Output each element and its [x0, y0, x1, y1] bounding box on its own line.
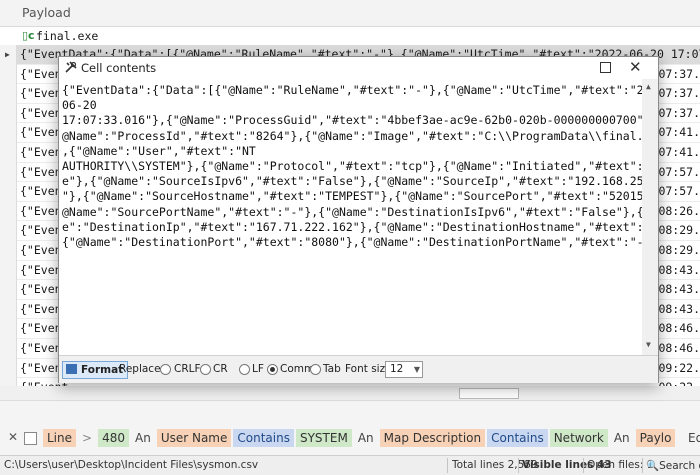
filter-chip[interactable]: Line [43, 429, 77, 447]
row-time: 07:57. [658, 184, 700, 199]
row-time: 07:37. [658, 86, 700, 101]
vertical-scrollbar[interactable]: ▲ ▼ [642, 79, 658, 355]
edit-filter-button[interactable]: Edi [684, 429, 700, 447]
scroll-up-icon[interactable]: ▲ [646, 82, 651, 91]
row-time: 08:29. [658, 223, 700, 238]
clear-filter-icon[interactable]: ✕ [8, 430, 18, 444]
row-time: 08:29. [658, 242, 700, 257]
format-icon [66, 364, 77, 374]
filter-bar: ✕ Line >480 An User Name Contains SYSTEM An Map… [0, 400, 700, 455]
filter-chip[interactable]: SYSTEM [295, 429, 352, 447]
row-time: 08:43. [658, 301, 700, 316]
row-time: 07:37. [658, 105, 700, 120]
filter-chip[interactable]: An [610, 429, 634, 447]
dialog-title: Cell contents [81, 61, 157, 75]
row-time: 08:43. [658, 282, 700, 297]
filter-chip[interactable]: Paylo [635, 429, 676, 447]
row-time: 07:37. [658, 66, 700, 81]
search-options-link[interactable]: 🔍Search opt [646, 459, 700, 472]
radio-label-tab[interactable]: Tab [323, 363, 341, 375]
radio-cr[interactable] [200, 364, 211, 375]
column-filter-input[interactable]: final.exe [36, 29, 98, 43]
status-bar: C:\Users\user\Desktop\Incident Files\sys… [0, 455, 700, 475]
status-file-path: C:\Users\user\Desktop\Incident Files\sys… [4, 459, 259, 471]
filter-chip[interactable]: An [131, 429, 155, 447]
row-gutter: ▶ [0, 45, 17, 400]
dialog-footer: Format Replace: CRLF CR LF Comma Tab Font si… [59, 355, 658, 383]
radio-label-crlf[interactable]: CRLF [174, 363, 201, 375]
replace-label: Replace: [119, 363, 165, 375]
current-row-arrow-icon: ▶ [5, 50, 10, 59]
radio-lf[interactable] [239, 364, 250, 375]
cell-contents-dialog: Cell contents ✕ {"EventData":{"Data":[{"… [58, 56, 659, 383]
radio-tab[interactable] [310, 364, 321, 375]
column-header[interactable]: Payload [0, 0, 700, 27]
row-time: 08:43. [658, 262, 700, 277]
filter-chip[interactable]: Network [549, 429, 608, 447]
tools-icon [65, 61, 77, 73]
filter-chip[interactable]: > [78, 429, 96, 447]
row-time: 07:41. [658, 125, 700, 140]
filter-chip[interactable]: Contains [233, 429, 294, 447]
status-open-files: Open files: 1 [587, 459, 654, 471]
filter-icon[interactable]: ▯c [22, 29, 35, 42]
column-filter-row[interactable]: ▯c final.exe [0, 27, 700, 46]
scrollbar-thumb[interactable] [459, 388, 519, 399]
maximize-icon[interactable] [600, 62, 611, 73]
cell-content-textarea[interactable]: {"EventData":{"Data":[{"@Name":"RuleName… [59, 79, 642, 355]
radio-label-lf[interactable]: LF [252, 363, 264, 375]
chevron-down-icon[interactable]: ▼ [414, 362, 420, 377]
horizontal-scrollbar[interactable] [0, 386, 700, 400]
close-icon[interactable]: ✕ [629, 58, 642, 76]
row-time: 08:46. [658, 340, 700, 355]
scroll-down-icon[interactable]: ▼ [646, 340, 651, 349]
cell-content-text[interactable]: {"EventData":{"Data":[{"@Name":"RuleName… [62, 83, 642, 250]
radio-crlf[interactable] [160, 364, 171, 375]
filter-chip[interactable]: 480 [98, 429, 129, 447]
filter-enable-checkbox[interactable] [24, 432, 37, 445]
filter-chip[interactable]: Map Description [379, 429, 486, 447]
filter-chip[interactable]: An [354, 429, 378, 447]
filter-chip[interactable]: Contains [487, 429, 548, 447]
filter-chip[interactable]: User Name [156, 429, 232, 447]
column-header-payload[interactable]: Payload [22, 5, 71, 20]
row-time: 07:57. [658, 164, 700, 179]
row-time: 08:46. [658, 321, 700, 336]
radio-label-cr[interactable]: CR [213, 363, 228, 375]
radio-comma[interactable] [267, 364, 278, 375]
row-time: 09:22. [658, 360, 700, 375]
font-size-select[interactable]: 12 ▼ [385, 361, 423, 378]
row-time: 08:26. [658, 203, 700, 218]
row-time: 07:41. [658, 144, 700, 159]
dialog-title-bar[interactable]: Cell contents ✕ [59, 57, 658, 79]
